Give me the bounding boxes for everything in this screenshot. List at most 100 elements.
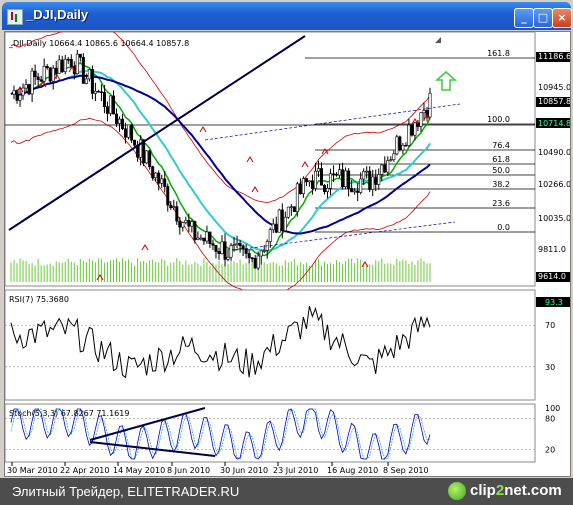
chart-window-icon — [7, 9, 23, 25]
price-axis: 11186.6 10945.0 10857.8 10714.8 10490.0 10266… — [536, 52, 570, 282]
candle-body — [377, 174, 381, 185]
current-price-label: 10714.8 — [538, 119, 570, 128]
stochastic-panel[interactable]: Stoch(5,3,3) 67.8267 71.1619 10080 20 — [5, 403, 560, 463]
window-title: _DJI,Daily — [26, 7, 89, 22]
candle-body — [329, 173, 333, 189]
candle-body — [283, 216, 287, 232]
rsi-panel[interactable]: RSI(7) 75.3680 93.3 70 30 — [5, 289, 570, 401]
candle-body — [154, 172, 158, 179]
candle-body — [395, 136, 399, 155]
candle-body — [87, 69, 91, 80]
price-axis-label: 10035.0 — [538, 214, 570, 223]
candle-body — [93, 90, 97, 94]
candle-body — [208, 231, 212, 244]
candle-body — [356, 190, 360, 193]
candle-body — [341, 169, 345, 187]
candle-body — [407, 124, 411, 146]
candle-body — [277, 209, 281, 233]
candle-body — [18, 94, 22, 101]
candle-body — [292, 206, 296, 213]
maximize-button[interactable]: □ — [533, 8, 553, 28]
candle-body — [271, 223, 275, 230]
candle-body — [214, 245, 218, 252]
candle-body — [124, 128, 128, 138]
title-bar[interactable]: _DJI,Daily _ □ × — [2, 2, 572, 30]
candle-body — [184, 220, 188, 223]
clip2net-brand-text: clip2net.com — [470, 482, 562, 499]
candle-body — [121, 118, 125, 130]
clip2net-brand[interactable]: clip2net.com — [448, 481, 568, 503]
candle-body — [359, 178, 363, 193]
candle-body — [130, 124, 134, 141]
candle-body — [253, 257, 257, 269]
price-axis-label: 9614.0 — [538, 272, 566, 281]
candle-body — [338, 169, 342, 176]
candle-body — [205, 231, 209, 242]
chart-area[interactable]: _DJI,Daily 10664.4 10865.6 10664.4 10857… — [4, 31, 571, 477]
minimize-button[interactable]: _ — [514, 8, 534, 28]
fib-label: 76.4 — [492, 141, 510, 150]
candle-body — [169, 204, 173, 208]
candle-body — [118, 118, 122, 124]
candle-body — [24, 84, 28, 89]
candle-body — [42, 65, 46, 82]
candle-body — [30, 70, 34, 95]
candle-body — [78, 53, 82, 58]
footer-bar: Элитный Трейдер, ELITETRADER.RU clip2net… — [0, 478, 573, 505]
candle-body — [374, 176, 378, 185]
date-label: 16 Aug 2010 — [327, 466, 378, 475]
candle-body — [60, 59, 64, 72]
rsi-axis-label: 70 — [545, 321, 555, 330]
candle-body — [398, 136, 402, 151]
candle-body — [63, 58, 67, 72]
date-axis: 30 Mar 2010 22 Apr 2010 14 May 2010 8 Jun 2… — [7, 462, 429, 475]
candle-body — [39, 79, 43, 82]
candle-body — [211, 243, 215, 246]
candle-body — [259, 250, 263, 257]
date-label: 30 Jun 2010 — [220, 466, 268, 475]
candle-body — [27, 84, 31, 95]
candle-body — [196, 237, 200, 240]
candle-body — [413, 122, 417, 136]
candle-body — [326, 187, 330, 192]
candle-body — [69, 58, 73, 67]
candle-body — [380, 164, 384, 175]
price-panel[interactable]: _DJI,Daily 10664.4 10865.6 10664.4 10857… — [5, 32, 570, 300]
candle-body — [217, 251, 221, 254]
candle-body — [226, 256, 230, 260]
candle-body — [178, 220, 182, 228]
candle-body — [247, 253, 251, 259]
candle-body — [102, 92, 106, 107]
rsi-axis: 93.3 70 30 — [536, 297, 570, 372]
candle-body — [105, 106, 109, 114]
candle-body — [75, 53, 79, 74]
close-button[interactable]: × — [552, 8, 572, 28]
candle-body — [401, 144, 405, 151]
candle-body — [322, 184, 326, 192]
candle-body — [84, 78, 88, 84]
candle-body — [319, 168, 323, 186]
chart-svg[interactable]: _DJI,Daily 10664.4 10865.6 10664.4 10857… — [5, 32, 570, 476]
stochastic-header: Stoch(5,3,3) 67.8267 71.1619 — [9, 409, 129, 418]
fib-label: 0.0 — [497, 223, 510, 232]
candle-body — [428, 93, 432, 118]
candle-body — [148, 150, 152, 167]
candle-body — [199, 237, 203, 240]
candle-body — [48, 67, 52, 82]
candle-body — [57, 59, 61, 74]
candle-body — [232, 244, 236, 246]
stoch-axis-label: 20 — [545, 446, 555, 455]
candle-body — [108, 95, 112, 114]
fib-label: 100.0 — [487, 115, 510, 124]
candle-body — [289, 206, 293, 208]
candle-body — [332, 173, 336, 176]
candle-body — [371, 176, 375, 190]
stoch-axis-label: 100 — [545, 404, 560, 413]
candle-body — [307, 180, 311, 183]
clip2net-logo-icon — [448, 482, 466, 500]
candle-body — [350, 188, 354, 193]
candle-body — [190, 221, 194, 227]
fib-label: 61.8 — [492, 155, 510, 164]
candle-body — [262, 250, 266, 252]
price-axis-label: 10945.0 — [538, 83, 570, 92]
